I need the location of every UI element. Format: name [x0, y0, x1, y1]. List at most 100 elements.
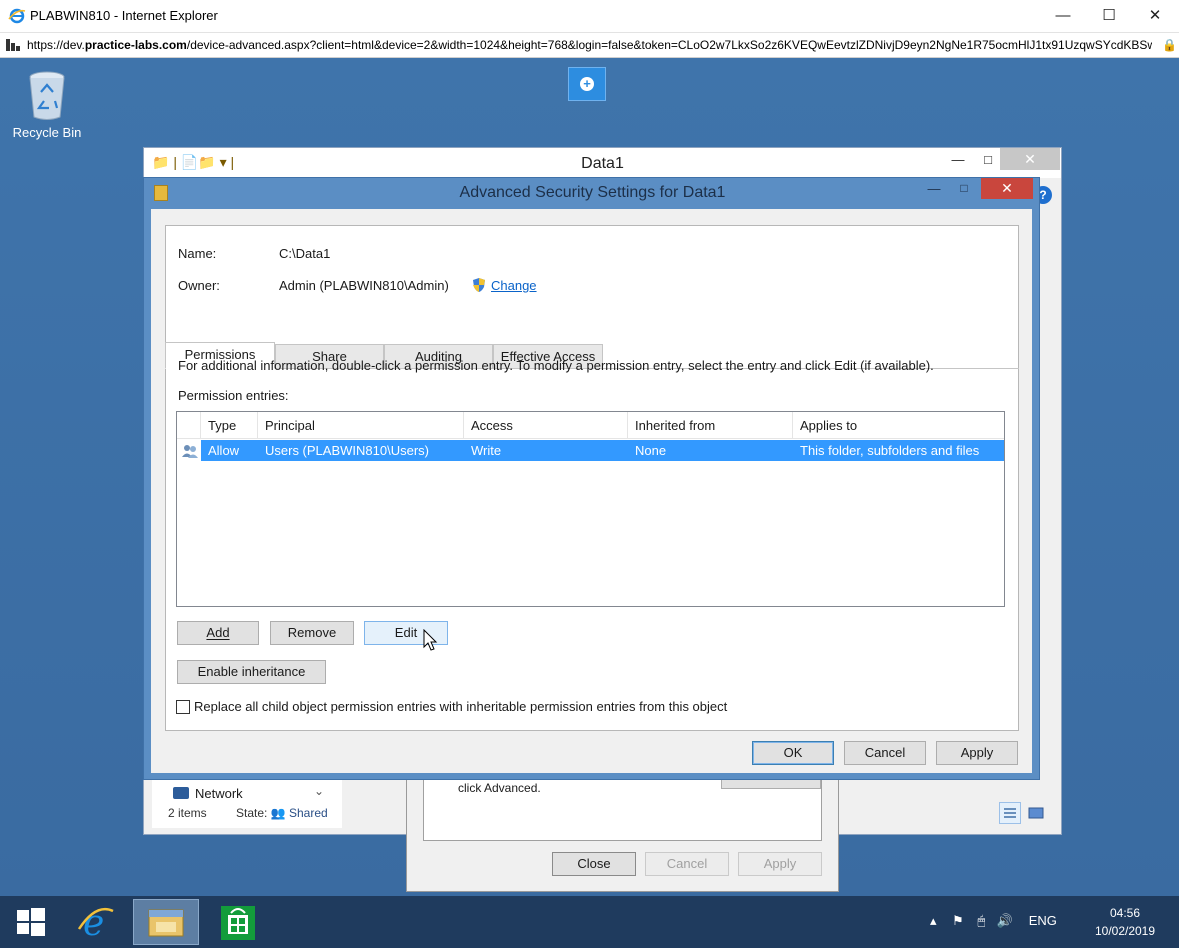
change-link-text[interactable]: Change: [491, 278, 537, 293]
users-icon: [182, 445, 198, 458]
column-header-inherited-from[interactable]: Inherited from: [628, 412, 793, 439]
site-icon: [6, 39, 20, 51]
explorer-close-button[interactable]: ✕: [1000, 148, 1060, 170]
recycle-bin-icon: [29, 71, 65, 120]
enable-inheritance-label: Enable inheritance: [197, 664, 306, 679]
edit-button-label: Edit: [394, 625, 418, 640]
uac-shield-icon: [473, 278, 485, 292]
properties-cancel-button[interactable]: Cancel: [645, 852, 729, 876]
owner-label: Owner:: [178, 278, 220, 293]
nav-item-network-label: Network: [195, 786, 243, 801]
close-button[interactable]: ✕: [1132, 0, 1178, 31]
url-domain: practice-labs.com: [84, 38, 187, 52]
ok-button[interactable]: OK: [752, 741, 834, 765]
status-item-count: 2 items: [168, 806, 207, 820]
mouse-cursor-icon: [423, 629, 438, 651]
dialog-close-button[interactable]: ✕: [981, 178, 1033, 199]
show-hidden-icons-icon[interactable]: ▴: [930, 913, 937, 928]
row-applies-to: This folder, subfolders and files: [800, 443, 980, 458]
name-label: Name:: [178, 246, 217, 261]
ok-button-label: OK: [783, 745, 803, 760]
status-state: State: 👥 Shared: [236, 806, 328, 820]
properties-dialog: click Advanced. Close Cancel Apply: [406, 778, 839, 892]
recycle-bin-label: Recycle Bin: [12, 125, 82, 140]
minimize-icon: —: [1055, 7, 1071, 24]
remote-toolbar-button[interactable]: +: [568, 67, 606, 101]
clock-time: 04:56: [1109, 906, 1141, 920]
info-text: For additional information, double-click…: [178, 358, 934, 373]
close-icon: ✕: [1148, 7, 1162, 24]
apply-button[interactable]: Apply: [936, 741, 1018, 765]
replace-child-permissions-checkbox[interactable]: [176, 700, 190, 714]
add-button[interactable]: Add: [177, 621, 259, 645]
explorer-title: Data1: [581, 155, 624, 172]
enable-inheritance-button[interactable]: Enable inheritance: [177, 660, 326, 684]
column-header-applies-to[interactable]: Applies to: [793, 412, 1004, 439]
minimize-button[interactable]: —: [1040, 0, 1086, 31]
row-access: Write: [471, 443, 502, 458]
advanced-security-dialog: Advanced Security Settings for Data1 — □…: [143, 177, 1040, 780]
large-icons-view-icon: [1028, 807, 1044, 819]
address-bar[interactable]: https://dev.practice-labs.com/device-adv…: [0, 32, 1179, 58]
list-header: Type Principal Access Inherited from App…: [177, 412, 1004, 439]
start-icon: [17, 908, 45, 936]
large-icons-view-button[interactable]: [1025, 802, 1047, 824]
file-explorer-icon: [148, 909, 184, 937]
taskbar-file-explorer[interactable]: [133, 899, 199, 945]
maximize-icon: ☐: [1102, 7, 1116, 24]
permission-entries-list[interactable]: Type Principal Access Inherited from App…: [176, 411, 1005, 607]
maximize-icon: □: [960, 181, 968, 195]
ie-logo-icon: [8, 8, 26, 24]
remove-button-label: Remove: [287, 625, 337, 640]
recycle-bin[interactable]: Recycle Bin: [10, 70, 84, 140]
cancel-button[interactable]: Cancel: [844, 741, 926, 765]
close-icon: ✕: [1024, 151, 1036, 167]
permission-entries-label: Permission entries:: [178, 388, 289, 403]
cancel-button-label: Cancel: [864, 745, 906, 760]
replace-child-permissions-label[interactable]: Replace all child object permission entr…: [194, 699, 727, 714]
advanced-button[interactable]: [721, 779, 821, 789]
internet-explorer-icon: e: [77, 903, 114, 944]
details-view-icon: [1004, 808, 1016, 818]
volume-icon[interactable]: 🔊: [997, 913, 1013, 928]
start-button[interactable]: [0, 899, 66, 945]
language-indicator[interactable]: ENG: [1029, 913, 1057, 928]
minimize-icon: —: [951, 152, 965, 167]
chevron-down-icon[interactable]: ⌄: [314, 784, 324, 798]
minimize-icon: —: [927, 181, 941, 196]
nav-item-network[interactable]: Network: [173, 786, 243, 801]
dialog-title: Advanced Security Settings for Data1: [459, 184, 726, 201]
store-icon: [221, 906, 255, 940]
column-header-principal[interactable]: Principal: [258, 412, 464, 439]
table-row[interactable]: Allow Users (PLABWIN810\Users) Write Non…: [201, 440, 1004, 461]
column-header-type[interactable]: Type: [201, 412, 258, 439]
properties-apply-button[interactable]: Apply: [738, 852, 822, 876]
browser-window-title: PLABWIN810 - Internet Explorer: [30, 8, 218, 23]
add-button-label: Add: [206, 625, 230, 640]
action-center-flag-icon[interactable]: ⚑: [952, 913, 964, 928]
url-path: /device-advanced.aspx?client=html&device…: [186, 38, 1152, 52]
network-status-icon[interactable]: 🖱: [977, 913, 985, 928]
lock-icon[interactable]: 🔒: [1162, 38, 1177, 52]
clock[interactable]: 04:56 10/02/2019: [1088, 904, 1162, 940]
owner-value: Admin (PLABWIN810\Admin): [279, 278, 449, 293]
column-header-access[interactable]: Access: [464, 412, 628, 439]
browser-title-bar: PLABWIN810 - Internet Explorer — ☐ ✕: [0, 0, 1179, 32]
dialog-body: Name: C:\Data1 Owner: Admin (PLABWIN810\…: [151, 209, 1032, 773]
row-inherited-from: None: [635, 443, 667, 458]
plus-circle-icon: +: [580, 77, 594, 91]
maximize-button[interactable]: ☐: [1086, 0, 1132, 31]
close-dialog-button[interactable]: Close: [552, 852, 636, 876]
advanced-hint-text: click Advanced.: [458, 781, 541, 795]
dialog-minimize-button[interactable]: —: [922, 181, 946, 196]
taskbar-store[interactable]: [204, 899, 270, 945]
change-owner-link[interactable]: Change: [472, 277, 537, 293]
url-text[interactable]: https://dev.practice-labs.com/device-adv…: [27, 38, 1152, 52]
maximize-icon: □: [984, 152, 992, 167]
taskbar-internet-explorer[interactable]: e: [63, 899, 129, 945]
dialog-maximize-button[interactable]: □: [952, 181, 976, 195]
status-state-label: State:: [236, 806, 268, 820]
details-view-button[interactable]: [999, 802, 1021, 824]
column-header-icon: [177, 412, 201, 439]
remove-button[interactable]: Remove: [270, 621, 354, 645]
